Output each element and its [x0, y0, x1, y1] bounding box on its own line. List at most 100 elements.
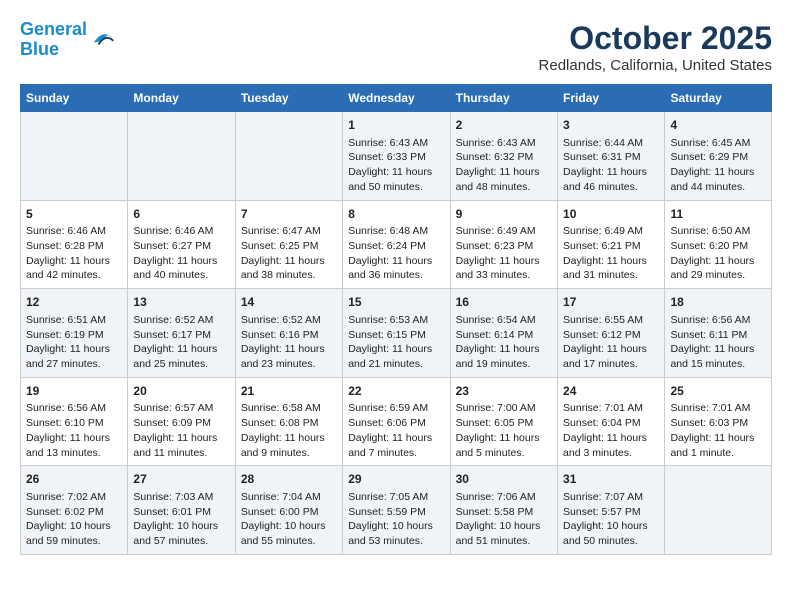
day-info: Sunrise: 7:01 AMSunset: 6:04 PMDaylight:… [563, 401, 659, 460]
day-number: 4 [670, 117, 766, 134]
day-info: Sunrise: 6:54 AMSunset: 6:14 PMDaylight:… [456, 313, 552, 372]
calendar-cell: 11Sunrise: 6:50 AMSunset: 6:20 PMDayligh… [665, 200, 772, 289]
day-info: Sunrise: 6:45 AMSunset: 6:29 PMDaylight:… [670, 136, 766, 195]
calendar-cell: 1Sunrise: 6:43 AMSunset: 6:33 PMDaylight… [343, 112, 450, 201]
day-number: 7 [241, 206, 337, 223]
day-info: Sunrise: 7:01 AMSunset: 6:03 PMDaylight:… [670, 401, 766, 460]
day-info: Sunrise: 6:49 AMSunset: 6:21 PMDaylight:… [563, 224, 659, 283]
day-number: 27 [133, 471, 229, 488]
day-number: 3 [563, 117, 659, 134]
main-title: October 2025 [539, 20, 772, 57]
day-number: 19 [26, 383, 122, 400]
day-info: Sunrise: 6:48 AMSunset: 6:24 PMDaylight:… [348, 224, 444, 283]
calendar-cell: 28 Sunrise: 7:04 AMSunset: 6:00 PMDayligh… [235, 466, 342, 555]
calendar-cell: 5Sunrise: 6:46 AMSunset: 6:28 PMDaylight… [21, 200, 128, 289]
calendar-cell [128, 112, 235, 201]
calendar-cell: 16 Sunrise: 6:54 AMSunset: 6:14 PMDayligh… [450, 289, 557, 378]
calendar-cell: 4 Sunrise: 6:45 AMSunset: 6:29 PMDaylight… [665, 112, 772, 201]
day-number: 9 [456, 206, 552, 223]
day-number: 2 [456, 117, 552, 134]
logo-icon [89, 24, 117, 52]
calendar-cell: 18Sunrise: 6:56 AMSunset: 6:11 PMDayligh… [665, 289, 772, 378]
header-row: SundayMondayTuesdayWednesdayThursdayFrid… [21, 85, 772, 112]
day-number: 8 [348, 206, 444, 223]
day-number: 11 [670, 206, 766, 223]
subtitle: Redlands, California, United States [539, 57, 772, 74]
day-number: 14 [241, 294, 337, 311]
day-info: Sunrise: 6:56 AMSunset: 6:11 PMDaylight:… [670, 313, 766, 372]
day-number: 16 [456, 294, 552, 311]
calendar-cell [235, 112, 342, 201]
day-number: 6 [133, 206, 229, 223]
week-row-5: 26Sunrise: 7:02 AMSunset: 6:02 PMDayligh… [21, 466, 772, 555]
page-header: General Blue October 2025 Redlands, Cali… [20, 20, 772, 74]
day-number: 10 [563, 206, 659, 223]
day-number: 28 [241, 471, 337, 488]
week-row-3: 12 Sunrise: 6:51 AMSunset: 6:19 PMDayligh… [21, 289, 772, 378]
calendar-cell: 19Sunrise: 6:56 AMSunset: 6:10 PMDayligh… [21, 377, 128, 466]
calendar-table: SundayMondayTuesdayWednesdayThursdayFrid… [20, 84, 772, 555]
day-info: Sunrise: 6:43 AMSunset: 6:33 PMDaylight:… [348, 136, 444, 195]
day-info: Sunrise: 6:59 AMSunset: 6:06 PMDaylight:… [348, 401, 444, 460]
day-info: Sunrise: 6:50 AMSunset: 6:20 PMDaylight:… [670, 224, 766, 283]
week-row-1: 1Sunrise: 6:43 AMSunset: 6:33 PMDaylight… [21, 112, 772, 201]
day-number: 23 [456, 383, 552, 400]
header-friday: Friday [558, 85, 665, 112]
calendar-cell [665, 466, 772, 555]
calendar-cell: 20Sunrise: 6:57 AMSunset: 6:09 PMDayligh… [128, 377, 235, 466]
header-sunday: Sunday [21, 85, 128, 112]
calendar-cell: 3 Sunrise: 6:44 AMSunset: 6:31 PMDaylight… [558, 112, 665, 201]
calendar-cell: 10Sunrise: 6:49 AMSunset: 6:21 PMDayligh… [558, 200, 665, 289]
calendar-cell: 22Sunrise: 6:59 AMSunset: 6:06 PMDayligh… [343, 377, 450, 466]
calendar-cell: 9Sunrise: 6:49 AMSunset: 6:23 PMDaylight… [450, 200, 557, 289]
logo-line1: General [20, 19, 87, 39]
day-info: Sunrise: 6:47 AMSunset: 6:25 PMDaylight:… [241, 224, 337, 283]
calendar-cell: 30Sunrise: 7:06 AMSunset: 5:58 PMDayligh… [450, 466, 557, 555]
day-number: 15 [348, 294, 444, 311]
day-number: 24 [563, 383, 659, 400]
header-monday: Monday [128, 85, 235, 112]
day-number: 12 [26, 294, 122, 311]
calendar-cell: 17 Sunrise: 6:55 AMSunset: 6:12 PMDayligh… [558, 289, 665, 378]
day-info: Sunrise: 6:46 AMSunset: 6:27 PMDaylight:… [133, 224, 229, 283]
day-info: Sunrise: 6:49 AMSunset: 6:23 PMDaylight:… [456, 224, 552, 283]
calendar-cell [21, 112, 128, 201]
day-number: 20 [133, 383, 229, 400]
day-number: 21 [241, 383, 337, 400]
day-info: Sunrise: 6:56 AMSunset: 6:10 PMDaylight:… [26, 401, 122, 460]
header-saturday: Saturday [665, 85, 772, 112]
day-number: 13 [133, 294, 229, 311]
day-number: 22 [348, 383, 444, 400]
day-number: 5 [26, 206, 122, 223]
header-tuesday: Tuesday [235, 85, 342, 112]
logo: General Blue [20, 20, 117, 60]
day-number: 29 [348, 471, 444, 488]
day-info: Sunrise: 7:02 AMSunset: 6:02 PMDaylight:… [26, 490, 122, 549]
day-info: Sunrise: 6:46 AMSunset: 6:28 PMDaylight:… [26, 224, 122, 283]
day-info: Sunrise: 6:51 AMSunset: 6:19 PMDaylight:… [26, 313, 122, 372]
day-info: Sunrise: 6:57 AMSunset: 6:09 PMDaylight:… [133, 401, 229, 460]
logo-line2: Blue [20, 39, 59, 59]
calendar-cell: 15Sunrise: 6:53 AMSunset: 6:15 PMDayligh… [343, 289, 450, 378]
title-section: October 2025 Redlands, California, Unite… [539, 20, 772, 74]
day-info: Sunrise: 7:06 AMSunset: 5:58 PMDaylight:… [456, 490, 552, 549]
calendar-header: SundayMondayTuesdayWednesdayThursdayFrid… [21, 85, 772, 112]
day-info: Sunrise: 6:52 AMSunset: 6:17 PMDaylight:… [133, 313, 229, 372]
header-thursday: Thursday [450, 85, 557, 112]
day-info: Sunrise: 7:03 AMSunset: 6:01 PMDaylight:… [133, 490, 229, 549]
calendar-cell: 31Sunrise: 7:07 AMSunset: 5:57 PMDayligh… [558, 466, 665, 555]
logo-text: General Blue [20, 20, 87, 60]
calendar-cell: 29Sunrise: 7:05 AMSunset: 5:59 PMDayligh… [343, 466, 450, 555]
day-info: Sunrise: 6:55 AMSunset: 6:12 PMDaylight:… [563, 313, 659, 372]
day-info: Sunrise: 6:44 AMSunset: 6:31 PMDaylight:… [563, 136, 659, 195]
calendar-cell: 23Sunrise: 7:00 AMSunset: 6:05 PMDayligh… [450, 377, 557, 466]
day-number: 31 [563, 471, 659, 488]
calendar-cell: 7Sunrise: 6:47 AMSunset: 6:25 PMDaylight… [235, 200, 342, 289]
day-number: 17 [563, 294, 659, 311]
calendar-cell: 25Sunrise: 7:01 AMSunset: 6:03 PMDayligh… [665, 377, 772, 466]
day-info: Sunrise: 6:43 AMSunset: 6:32 PMDaylight:… [456, 136, 552, 195]
day-info: Sunrise: 7:04 AMSunset: 6:00 PMDaylight:… [241, 490, 337, 549]
calendar-cell: 6Sunrise: 6:46 AMSunset: 6:27 PMDaylight… [128, 200, 235, 289]
calendar-cell: 26Sunrise: 7:02 AMSunset: 6:02 PMDayligh… [21, 466, 128, 555]
day-info: Sunrise: 7:00 AMSunset: 6:05 PMDaylight:… [456, 401, 552, 460]
